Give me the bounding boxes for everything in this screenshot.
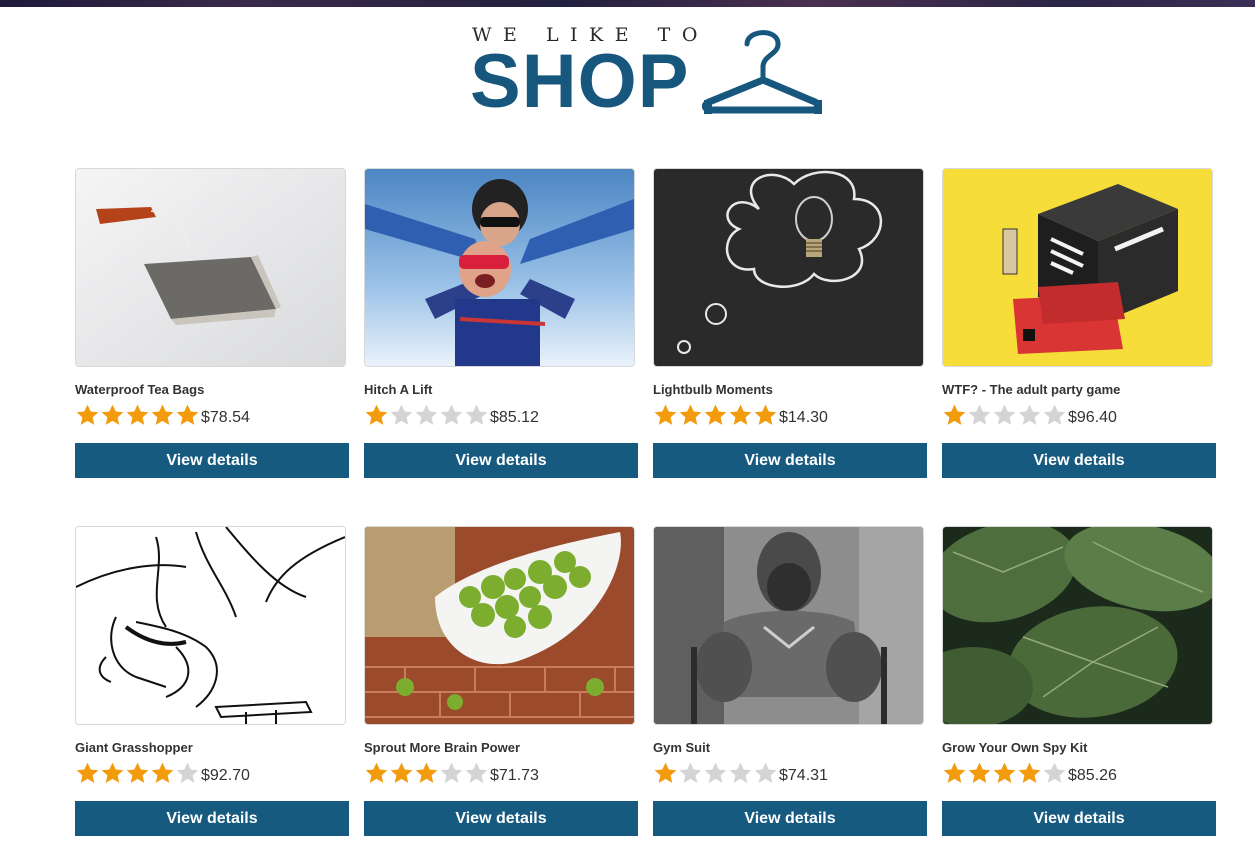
product-price: $85.26 [1068,767,1117,784]
star-filled-icon [1018,762,1041,783]
star-filled-icon [151,404,174,425]
star-empty-icon [465,404,488,425]
star-filled-icon [679,404,702,425]
star-empty-icon [440,762,463,783]
shop-logo[interactable]: WE LIKE TO SHOP [470,24,830,124]
star-rating [75,761,200,787]
star-filled-icon [126,762,149,783]
view-details-button[interactable]: View details [364,801,638,836]
product-price: $92.70 [201,767,250,784]
product-image[interactable] [942,526,1213,725]
product-title[interactable]: Grow Your Own Spy Kit [942,740,1087,755]
star-empty-icon [704,762,727,783]
product-image[interactable] [653,526,924,725]
product-title[interactable]: Waterproof Tea Bags [75,382,204,397]
product-title[interactable]: Gym Suit [653,740,710,755]
star-rating [942,761,1067,787]
star-empty-icon [1043,404,1066,425]
star-filled-icon [754,404,777,425]
product-price: $78.54 [201,409,250,426]
star-filled-icon [729,404,752,425]
product-price: $71.73 [490,767,539,784]
product-title[interactable]: Lightbulb Moments [653,382,773,397]
star-rating [653,761,778,787]
star-rating [653,403,778,429]
star-filled-icon [101,404,124,425]
star-filled-icon [76,762,99,783]
star-filled-icon [176,404,199,425]
star-filled-icon [415,762,438,783]
star-filled-icon [943,404,966,425]
star-rating [364,761,489,787]
star-empty-icon [1018,404,1041,425]
star-empty-icon [729,762,752,783]
star-filled-icon [654,404,677,425]
hanger-icon [702,30,823,114]
star-filled-icon [151,762,174,783]
product-title[interactable]: WTF? - The adult party game [942,382,1120,397]
star-filled-icon [654,762,677,783]
star-filled-icon [101,762,124,783]
view-details-button[interactable]: View details [653,801,927,836]
view-details-button[interactable]: View details [942,443,1216,478]
star-filled-icon [943,762,966,783]
star-filled-icon [993,762,1016,783]
view-details-button[interactable]: View details [653,443,927,478]
star-empty-icon [176,762,199,783]
view-details-button[interactable]: View details [75,443,349,478]
star-empty-icon [1043,762,1066,783]
product-title[interactable]: Sprout More Brain Power [364,740,520,755]
star-rating [75,403,200,429]
star-empty-icon [390,404,413,425]
star-filled-icon [365,404,388,425]
product-price: $85.12 [490,409,539,426]
star-empty-icon [754,762,777,783]
star-filled-icon [76,404,99,425]
top-banner-strip [0,0,1255,7]
product-price: $74.31 [779,767,828,784]
star-empty-icon [415,404,438,425]
product-image[interactable] [364,526,635,725]
product-image[interactable] [653,168,924,367]
star-filled-icon [390,762,413,783]
star-filled-icon [365,762,388,783]
product-title[interactable]: Hitch A Lift [364,382,432,397]
star-filled-icon [968,762,991,783]
product-price: $14.30 [779,409,828,426]
logo-wordmark: SHOP [470,39,690,124]
view-details-button[interactable]: View details [364,443,638,478]
product-image[interactable] [75,526,346,725]
star-empty-icon [968,404,991,425]
star-empty-icon [440,404,463,425]
view-details-button[interactable]: View details [75,801,349,836]
star-filled-icon [704,404,727,425]
product-image[interactable] [942,168,1213,367]
product-image[interactable] [75,168,346,367]
product-image[interactable] [364,168,635,367]
view-details-button[interactable]: View details [942,801,1216,836]
product-price: $96.40 [1068,409,1117,426]
star-rating [364,403,489,429]
star-empty-icon [679,762,702,783]
product-title[interactable]: Giant Grasshopper [75,740,193,755]
star-empty-icon [993,404,1016,425]
star-empty-icon [465,762,488,783]
star-rating [942,403,1067,429]
star-filled-icon [126,404,149,425]
